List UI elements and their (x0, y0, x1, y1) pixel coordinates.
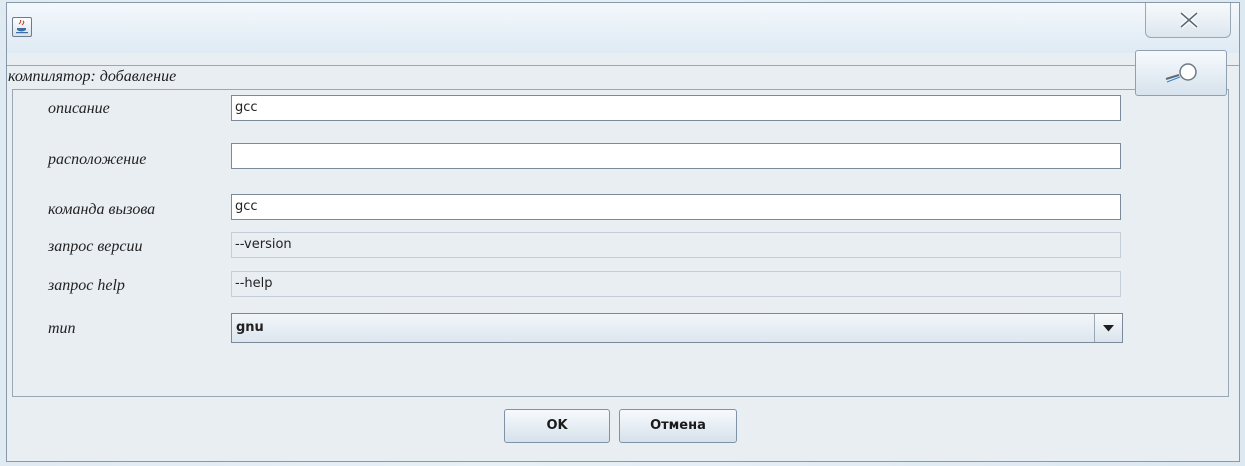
type-label: тип (48, 320, 76, 337)
cancel-button[interactable]: Отмена (619, 409, 737, 443)
browse-button[interactable] (1135, 50, 1227, 96)
compiler-form-panel: описание gcc расположение команда вызова… (12, 89, 1229, 397)
dialog-window: компилятор: добавление описание gcc расп… (6, 2, 1240, 462)
java-icon[interactable] (12, 17, 32, 37)
location-label: расположение (48, 151, 147, 168)
type-select-value: gnu (236, 320, 264, 335)
close-button[interactable] (1145, 3, 1231, 38)
title-bar (7, 3, 1239, 53)
section-title: компилятор: добавление (7, 65, 1239, 89)
ok-button[interactable]: OK (504, 409, 610, 443)
version-query-field: --version (231, 232, 1121, 258)
help-query-label: запрос help (48, 277, 125, 294)
browse-icon (1165, 63, 1197, 83)
version-query-label: запрос версии (48, 238, 143, 255)
description-field[interactable]: gcc (231, 95, 1121, 121)
type-select[interactable]: gnu (231, 313, 1123, 343)
command-label: команда вызова (48, 201, 156, 218)
dropdown-arrow-button[interactable] (1094, 314, 1122, 342)
description-label: описание (48, 100, 110, 117)
close-icon (1179, 11, 1199, 29)
location-field[interactable] (231, 143, 1121, 169)
command-field[interactable]: gcc (231, 194, 1121, 220)
help-query-field: --help (231, 271, 1121, 297)
chevron-down-icon (1103, 325, 1114, 332)
